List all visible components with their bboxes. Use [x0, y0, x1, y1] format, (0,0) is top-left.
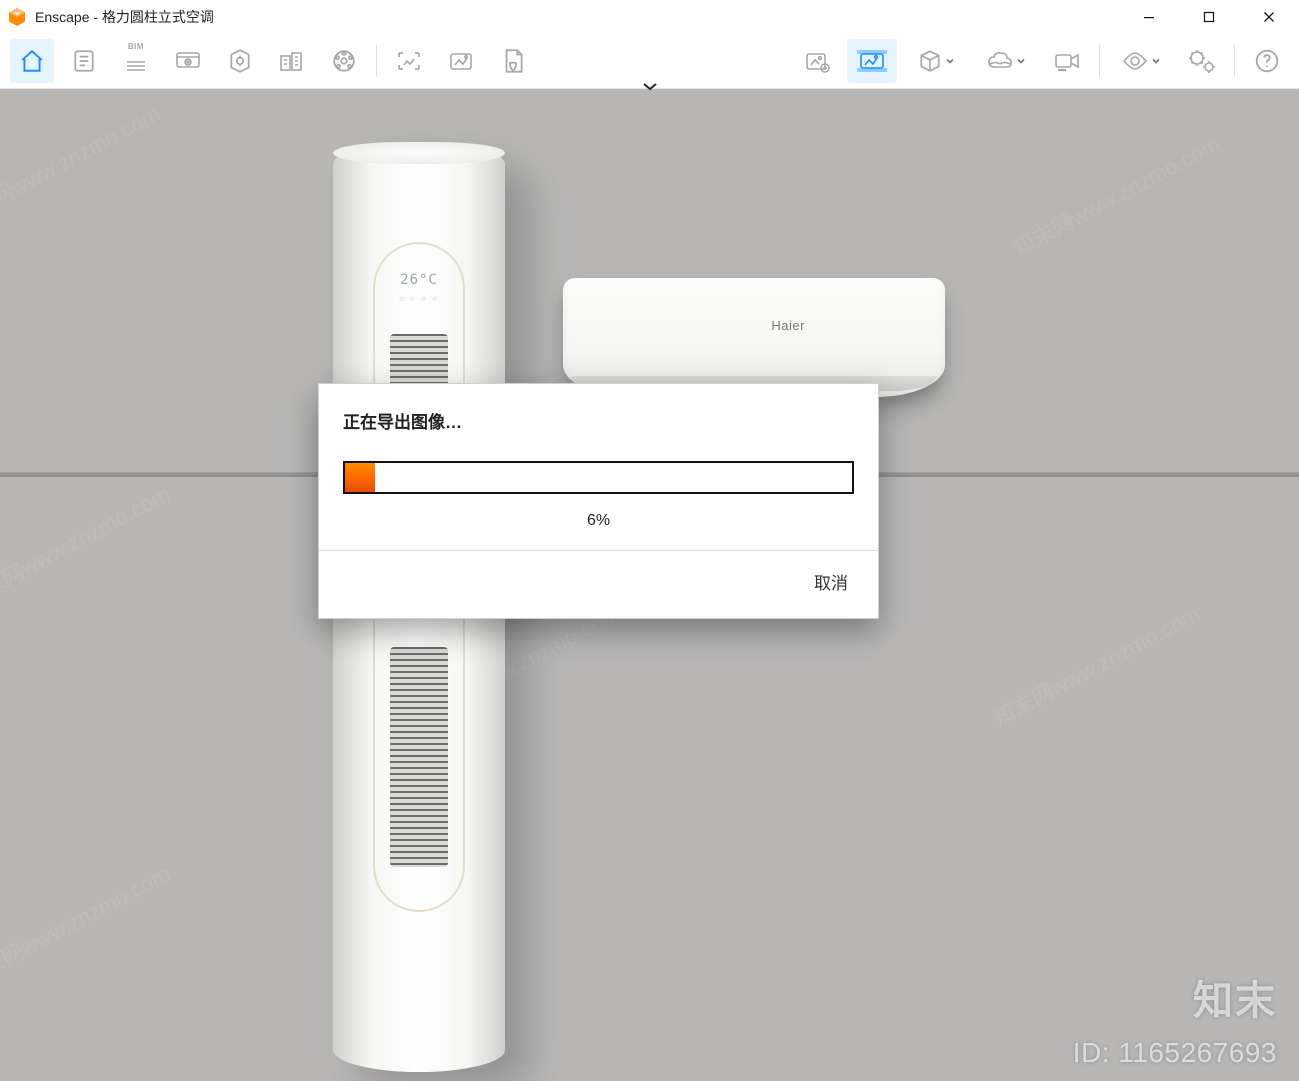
watermark-id: ID: 1165267693	[1073, 1037, 1277, 1069]
window-controls	[1119, 0, 1299, 33]
maximize-button[interactable]	[1179, 0, 1239, 33]
window-title: Enscape - 格力圆柱立式空调	[35, 7, 214, 27]
app-icon	[6, 6, 28, 28]
tower-mode-indicator: ○ ○ ○ ○	[387, 294, 451, 303]
toolbar-separator	[1234, 45, 1235, 77]
tower-temperature: 26°C	[387, 272, 451, 288]
bim-label: BIM	[128, 42, 144, 51]
visual-settings-dropdown[interactable]	[1110, 39, 1172, 83]
wall-ac-unit: Haier	[563, 278, 945, 397]
upload-button[interactable]	[795, 39, 839, 83]
title-sep: -	[89, 9, 101, 25]
cloud-dropdown[interactable]	[975, 39, 1037, 83]
app-name: Enscape	[35, 9, 89, 25]
screenshot-button[interactable]	[387, 39, 431, 83]
site-context-button[interactable]	[270, 39, 314, 83]
render-quality-dropdown[interactable]	[905, 39, 967, 83]
help-button[interactable]	[1245, 39, 1289, 83]
minimize-button[interactable]	[1119, 0, 1179, 33]
home-button[interactable]	[10, 39, 54, 83]
toolbar-separator	[1099, 45, 1100, 77]
toolbar-separator	[376, 45, 377, 77]
chevron-down-icon	[1151, 56, 1161, 66]
dialog-title: 正在导出图像…	[343, 408, 854, 433]
chevron-down-icon	[1016, 56, 1026, 66]
tower-display: 26°C ○ ○ ○ ○	[387, 272, 451, 303]
progress-fill	[345, 463, 375, 492]
settings-button[interactable]	[1180, 39, 1224, 83]
image-tool-button[interactable]	[847, 39, 897, 83]
titlebar: Enscape - 格力圆柱立式空调	[0, 0, 1299, 33]
view-tracking-button[interactable]	[166, 39, 210, 83]
cancel-button[interactable]: 取消	[808, 565, 854, 598]
export-dialog: 正在导出图像… 6% 取消	[318, 383, 879, 619]
batch-render-button[interactable]	[439, 39, 483, 83]
toolbar-expand-chevron[interactable]	[641, 81, 659, 96]
material-editor-button[interactable]	[322, 39, 366, 83]
video-path-button[interactable]	[1045, 39, 1089, 83]
toolbar: BIM	[0, 33, 1299, 89]
watermark-logo: 知末	[1193, 968, 1277, 1026]
wall-ac-brand: Haier	[771, 318, 805, 333]
asset-library-button[interactable]	[218, 39, 262, 83]
chevron-down-icon	[945, 56, 955, 66]
tower-vent-lower	[390, 647, 448, 867]
document-title: 格力圆柱立式空调	[102, 9, 214, 25]
progress-bar	[343, 461, 854, 494]
close-button[interactable]	[1239, 0, 1299, 33]
export-alpha-button[interactable]	[491, 39, 535, 83]
panel-button[interactable]	[62, 39, 106, 83]
bim-button[interactable]: BIM	[114, 39, 158, 83]
progress-percent: 6%	[343, 512, 854, 530]
